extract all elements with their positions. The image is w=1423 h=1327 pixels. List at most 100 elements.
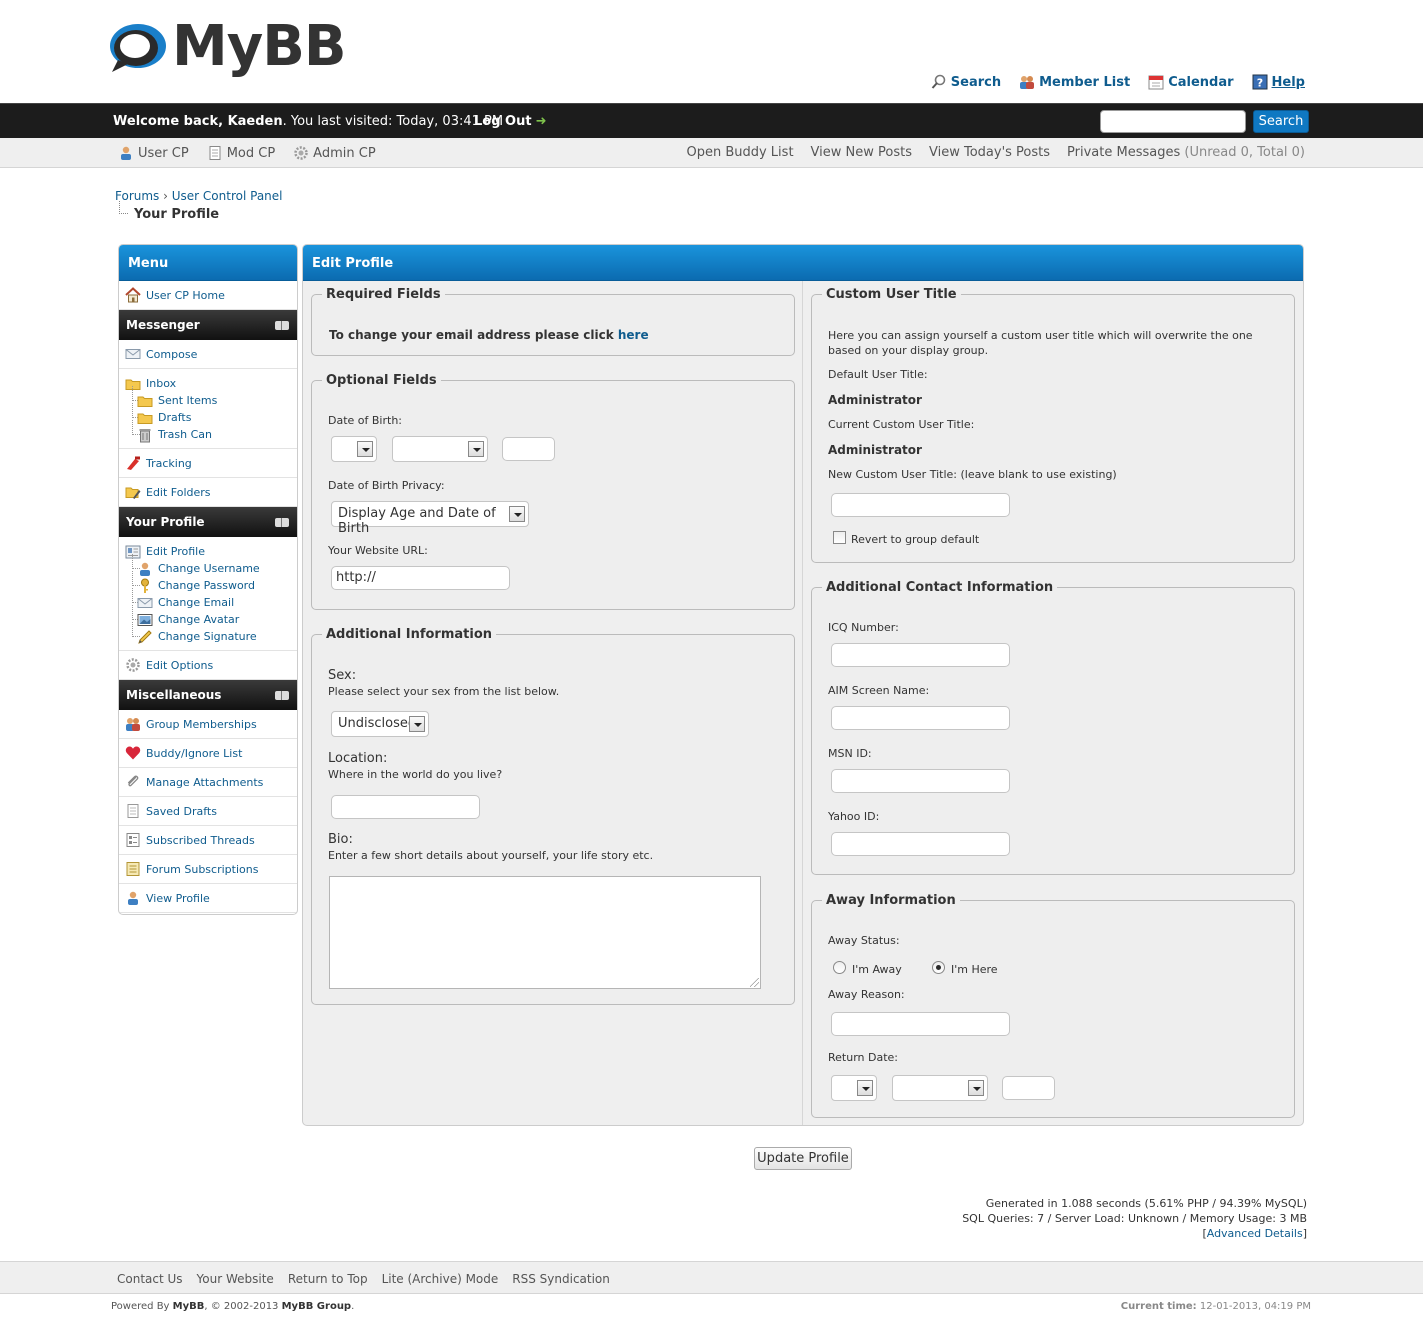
- dropdown-arrow-icon: [968, 1080, 984, 1096]
- footer-contact-us[interactable]: Contact Us: [117, 1272, 183, 1286]
- revert-title-checkbox[interactable]: [833, 531, 846, 544]
- sex-select[interactable]: Undisclosed: [331, 711, 429, 737]
- yahoo-label: Yahoo ID:: [828, 810, 880, 823]
- website-label: Your Website URL:: [328, 544, 428, 557]
- dob-month-select[interactable]: [392, 436, 488, 462]
- mod-cp-link[interactable]: Mod CP: [207, 145, 275, 161]
- change-email-text: To change your email address please clic…: [329, 328, 649, 342]
- menu-change-username[interactable]: Change Username: [125, 554, 291, 577]
- menu-trash-can[interactable]: Trash Can: [125, 420, 291, 443]
- menu-saved-drafts[interactable]: Saved Drafts: [119, 797, 297, 826]
- menu-section-miscellaneous[interactable]: Miscellaneous: [119, 680, 297, 710]
- header: MyBB Search Member List Calendar ? Help: [0, 0, 1423, 103]
- collapse-icon[interactable]: [275, 691, 289, 700]
- username[interactable]: Kaeden: [228, 114, 283, 129]
- location-label: Location:: [328, 751, 388, 766]
- menu-tracking[interactable]: Tracking: [119, 449, 297, 478]
- bio-textarea[interactable]: [329, 876, 761, 989]
- top-link-help[interactable]: ? Help: [1252, 74, 1305, 90]
- menu-edit-profile[interactable]: Edit Profile: [125, 543, 291, 560]
- menu-inbox[interactable]: Inbox: [125, 375, 291, 392]
- icq-input[interactable]: [831, 643, 1010, 667]
- menu-change-avatar[interactable]: Change Avatar: [125, 605, 291, 628]
- menu-user-cp-home[interactable]: User CP Home: [119, 281, 297, 310]
- footer-return-to-top[interactable]: Return to Top: [288, 1272, 368, 1286]
- away-radio-label: I'm Away: [852, 963, 902, 976]
- user-cp-link[interactable]: User CP: [118, 145, 189, 161]
- menu-manage-attachments[interactable]: Manage Attachments: [119, 768, 297, 797]
- open-buddy-list-link[interactable]: Open Buddy List: [686, 145, 793, 160]
- breadcrumb-user-cp[interactable]: User Control Panel: [172, 189, 283, 203]
- menu-section-your-profile[interactable]: Your Profile: [119, 507, 297, 537]
- advanced-details-link[interactable]: Advanced Details: [1207, 1227, 1303, 1240]
- dob-year-input[interactable]: [502, 437, 555, 461]
- aim-input[interactable]: [831, 706, 1010, 730]
- top-link-search[interactable]: Search: [931, 74, 1001, 90]
- footer-lite-mode[interactable]: Lite (Archive) Mode: [382, 1272, 499, 1286]
- current-title-value: Administrator: [828, 443, 922, 457]
- menu-group-memberships[interactable]: Group Memberships: [119, 710, 297, 739]
- footer-your-website[interactable]: Your Website: [197, 1272, 274, 1286]
- thread-list-icon: [126, 833, 140, 847]
- update-profile-button[interactable]: Update Profile: [754, 1147, 852, 1170]
- menu-view-profile[interactable]: View Profile: [119, 884, 297, 913]
- icq-label: ICQ Number:: [828, 621, 899, 634]
- menu-change-email[interactable]: Change Email: [125, 588, 291, 611]
- away-reason-input[interactable]: [831, 1012, 1010, 1036]
- here-radio[interactable]: [932, 961, 945, 974]
- logout-link[interactable]: Log Out ➜: [474, 114, 546, 129]
- away-status-label: Away Status:: [828, 934, 900, 947]
- location-description: Where in the world do you live?: [328, 768, 503, 781]
- admin-cp-link[interactable]: Admin CP: [293, 145, 376, 161]
- collapse-icon[interactable]: [275, 518, 289, 527]
- sex-description: Please select your sex from the list bel…: [328, 685, 560, 698]
- menu-section-messenger[interactable]: Messenger: [119, 310, 297, 340]
- menu-drafts[interactable]: Drafts: [125, 403, 291, 426]
- menu-edit-folders[interactable]: Edit Folders: [119, 478, 297, 507]
- mybb-logo[interactable]: MyBB: [108, 14, 348, 84]
- yahoo-input[interactable]: [831, 832, 1010, 856]
- mybb-group-link[interactable]: MyBB Group: [282, 1301, 351, 1312]
- private-messages-link[interactable]: Private Messages (Unread 0, Total 0): [1067, 145, 1305, 160]
- additional-info-legend: Additional Information: [326, 627, 493, 642]
- menu-change-signature[interactable]: Change Signature: [125, 622, 291, 645]
- menu-buddy-ignore-list[interactable]: Buddy/Ignore List: [119, 739, 297, 768]
- msn-input[interactable]: [831, 769, 1010, 793]
- return-month-select[interactable]: [892, 1075, 988, 1101]
- calendar-icon: [1148, 75, 1164, 90]
- collapse-icon[interactable]: [275, 321, 289, 330]
- footer-links-bar: Contact Us Your Website Return to Top Li…: [0, 1261, 1423, 1294]
- top-link-calendar[interactable]: Calendar: [1148, 74, 1234, 90]
- new-title-input[interactable]: [831, 493, 1010, 517]
- dropdown-arrow-icon: [409, 716, 425, 732]
- logo-bubble-icon: [110, 24, 166, 72]
- dob-day-select[interactable]: [331, 436, 377, 462]
- return-day-select[interactable]: [831, 1075, 877, 1101]
- quick-search-input[interactable]: [1100, 110, 1246, 133]
- footer-rss[interactable]: RSS Syndication: [512, 1272, 610, 1286]
- menu-change-password[interactable]: Change Password: [125, 571, 291, 594]
- top-links: Search Member List Calendar ? Help: [931, 74, 1305, 90]
- sex-label: Sex:: [328, 668, 357, 683]
- top-link-member-list[interactable]: Member List: [1019, 74, 1130, 90]
- dob-privacy-select[interactable]: Display Age and Date of Birth: [331, 501, 529, 536]
- menu-edit-options[interactable]: Edit Options: [119, 651, 297, 680]
- menu-subscribed-threads[interactable]: Subscribed Threads: [119, 826, 297, 855]
- menu-sent-items[interactable]: Sent Items: [125, 386, 291, 409]
- away-radio[interactable]: [833, 961, 846, 974]
- dropdown-arrow-icon: [468, 441, 484, 457]
- return-year-input[interactable]: [1002, 1076, 1055, 1100]
- menu-forum-subscriptions[interactable]: Forum Subscriptions: [119, 855, 297, 884]
- change-email-link[interactable]: here: [618, 328, 649, 342]
- mybb-link[interactable]: MyBB: [173, 1301, 205, 1312]
- away-info-legend: Away Information: [826, 893, 956, 908]
- magnifier-icon: [931, 74, 946, 89]
- edit-profile-panel: Edit Profile Required Fields To change y…: [302, 244, 1304, 1126]
- view-new-posts-link[interactable]: View New Posts: [811, 145, 912, 160]
- menu-compose[interactable]: Compose: [119, 340, 297, 369]
- website-input[interactable]: http://: [331, 566, 510, 590]
- location-input[interactable]: [331, 795, 480, 819]
- view-todays-posts-link[interactable]: View Today's Posts: [929, 145, 1050, 160]
- required-fields-box: Required Fields To change your email add…: [311, 287, 795, 356]
- quick-search-button[interactable]: Search: [1253, 110, 1309, 133]
